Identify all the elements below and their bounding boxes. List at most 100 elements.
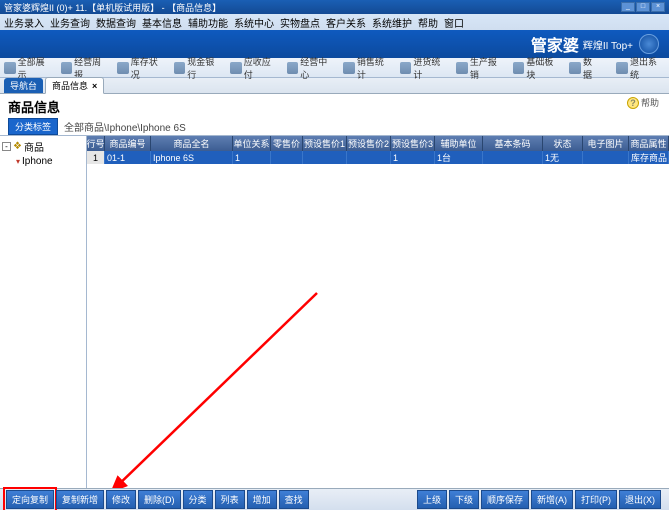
cell-retail (271, 151, 303, 164)
category-toggle-button[interactable]: 分类标签 (8, 118, 58, 135)
grid-header: 行号 商品编号 商品全名 单位关系 零售价 预设售价1 预设售价2 预设售价3 … (87, 136, 669, 151)
down-button[interactable]: 下级 (449, 490, 479, 509)
close-button[interactable]: × (651, 2, 665, 12)
menu-item[interactable]: 数据查询 (96, 15, 136, 30)
toolbar-label: 应收应付 (244, 55, 279, 81)
toolbar-item[interactable]: 经营中心 (287, 55, 336, 81)
menu-item[interactable]: 客户关系 (326, 15, 366, 30)
col-head-img[interactable]: 电子图片 (583, 136, 629, 151)
menu-item[interactable]: 业务查询 (50, 15, 90, 30)
cell-aux: 1台 (435, 151, 483, 164)
tab-product-info[interactable]: 商品信息 × (45, 77, 104, 94)
exit-button[interactable]: 退出(X) (619, 490, 661, 509)
col-head-status[interactable]: 状态 (543, 136, 583, 151)
tree-child[interactable]: ▾ Iphone (16, 156, 84, 167)
cell-name: Iphone 6S (151, 151, 233, 164)
edit-button[interactable]: 修改 (106, 490, 136, 509)
cell-attr: 库存商品 (629, 151, 669, 164)
brand-name: 管家婆 (531, 32, 579, 56)
toolbar-label: 数据 (583, 55, 600, 81)
cell-p1 (303, 151, 347, 164)
col-head-p2[interactable]: 预设售价2 (347, 136, 391, 151)
toolbar-label: 基础板块 (526, 55, 561, 81)
col-head-code[interactable]: 商品编号 (105, 136, 151, 151)
help-link[interactable]: ? 帮助 (627, 96, 659, 109)
toolbar-exit[interactable]: 退出系统 (616, 55, 665, 81)
brand-sub: 辉煌II Top+ (583, 37, 633, 52)
seq-save-button[interactable]: 顺序保存 (481, 490, 529, 509)
category-button[interactable]: 分类 (183, 490, 213, 509)
menu-item[interactable]: 实物盘点 (280, 15, 320, 30)
toolbar-icon (61, 62, 73, 74)
cell-p3: 1 (391, 151, 435, 164)
menu-item[interactable]: 窗口 (444, 15, 464, 30)
toolbar-icon (569, 62, 581, 74)
new-button[interactable]: 新增(A) (531, 490, 573, 509)
window-controls: _ □ × (621, 2, 665, 12)
breadcrumb: 全部商品\Iphone\Iphone 6S (64, 119, 186, 134)
toolbar-icon (117, 62, 129, 74)
col-head-attr[interactable]: 商品属性 (629, 136, 669, 151)
tab-label: 商品信息 (52, 81, 88, 91)
col-head-aux[interactable]: 辅助单位 (435, 136, 483, 151)
toolbar-item[interactable]: 数据 (569, 55, 600, 81)
toolbar-item[interactable]: 进货统计 (400, 55, 449, 81)
toolbar-icon (287, 62, 299, 74)
add-button[interactable]: 增加 (247, 490, 277, 509)
minimize-button[interactable]: _ (621, 2, 635, 12)
toolbar-item[interactable]: 库存状况 (117, 55, 166, 81)
toolbar-label: 进货统计 (413, 55, 448, 81)
toolbar-item[interactable]: 基础板块 (513, 55, 562, 81)
toolbar-label: 生产报销 (470, 55, 505, 81)
category-tree: - ❖ 商品 ▾ Iphone (0, 136, 87, 503)
menu-item[interactable]: 基本信息 (142, 15, 182, 30)
titlebar: 管家婆辉煌II (0)+ 11.【单机版试用版】 - 【商品信息】 _ □ × (0, 0, 669, 14)
menu-item[interactable]: 业务录入 (4, 15, 44, 30)
grid-pane: 行号 商品编号 商品全名 单位关系 零售价 预设售价1 预设售价2 预设售价3 … (87, 136, 669, 503)
table-row[interactable]: 1 01-1 Iphone 6S 1 1 1台 1无 库存商品 (87, 151, 669, 164)
toolbar-label: 经营中心 (300, 55, 335, 81)
grid-body[interactable]: 1 01-1 Iphone 6S 1 1 1台 1无 库存商品 (87, 151, 669, 503)
tree-collapse-icon[interactable]: - (2, 142, 11, 151)
toolbar-item[interactable]: 现金银行 (174, 55, 223, 81)
col-head-p3[interactable]: 预设售价3 (391, 136, 435, 151)
delete-button[interactable]: 删除(D) (138, 490, 181, 509)
cell-code: 01-1 (105, 151, 151, 164)
menu-item[interactable]: 系统中心 (234, 15, 274, 30)
menu-item[interactable]: 系统维护 (372, 15, 412, 30)
tab-close-icon[interactable]: × (92, 81, 97, 91)
maximize-button[interactable]: □ (636, 2, 650, 12)
toolbar-label: 退出系统 (630, 55, 665, 81)
col-head-name[interactable]: 商品全名 (151, 136, 233, 151)
tree-root-label: 商品 (24, 139, 44, 154)
tree-child-label: Iphone (22, 156, 53, 167)
copy-new-button[interactable]: 复制新增 (56, 490, 104, 509)
tree-root[interactable]: - ❖ 商品 (2, 139, 84, 154)
toolbar-icon (174, 62, 186, 74)
list-button[interactable]: 列表 (215, 490, 245, 509)
col-head-idx[interactable]: 行号 (87, 136, 105, 151)
exit-icon (616, 62, 628, 74)
tab-nav[interactable]: 导航台 (4, 78, 43, 93)
find-button[interactable]: 查找 (279, 490, 309, 509)
toolbar-item[interactable]: 销售统计 (343, 55, 392, 81)
col-head-barcode[interactable]: 基本条码 (483, 136, 543, 151)
bottom-bar: 定向复制 复制新增 修改 删除(D) 分类 列表 增加 查找 上级 下级 顺序保… (0, 488, 669, 510)
tab-label: 导航台 (10, 81, 37, 91)
toolbar-icon (456, 62, 468, 74)
col-head-p1[interactable]: 预设售价1 (303, 136, 347, 151)
menu-item[interactable]: 辅助功能 (188, 15, 228, 30)
page-title: 商品信息 (8, 97, 661, 116)
col-head-retail[interactable]: 零售价 (271, 136, 303, 151)
col-head-unit[interactable]: 单位关系 (233, 136, 271, 151)
copy-orient-button[interactable]: 定向复制 (6, 490, 54, 509)
up-button[interactable]: 上级 (417, 490, 447, 509)
toolbar-label: 现金银行 (187, 55, 222, 81)
toolbar-icon (513, 62, 525, 74)
folder-icon: ❖ (13, 141, 22, 152)
toolbar-item[interactable]: 生产报销 (456, 55, 505, 81)
menu-item[interactable]: 帮助 (418, 15, 438, 30)
print-button[interactable]: 打印(P) (575, 490, 617, 509)
toolbar-item[interactable]: 应收应付 (230, 55, 279, 81)
cell-p2 (347, 151, 391, 164)
